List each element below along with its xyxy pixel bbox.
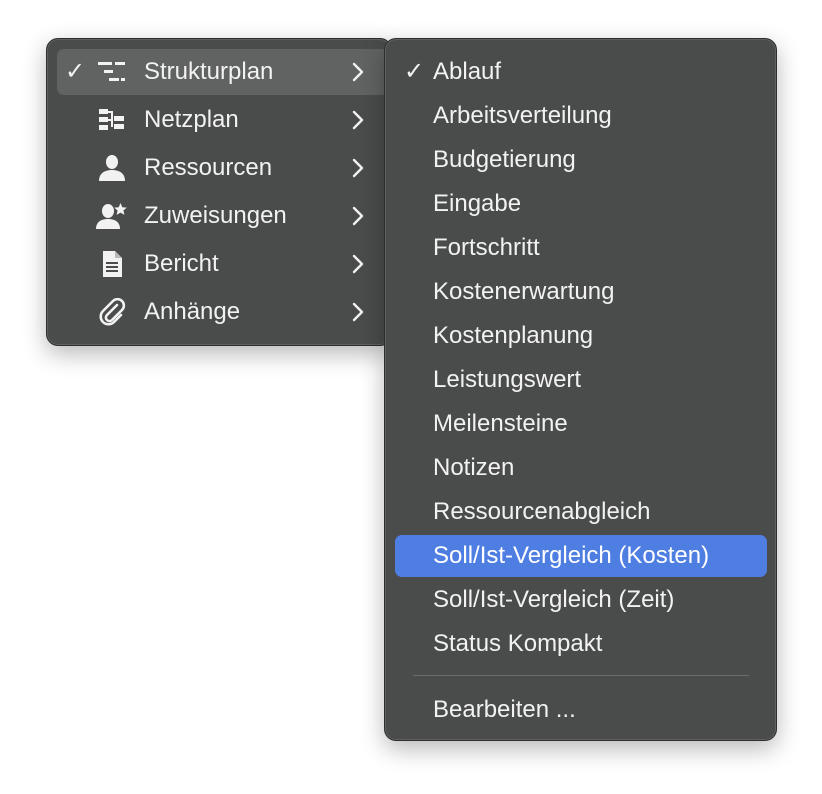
submenu-item-notizen[interactable]: Notizen: [395, 447, 767, 489]
menu-item-label: Strukturplan: [144, 58, 274, 85]
submenu-item-ressourcenabgleich[interactable]: Ressourcenabgleich: [395, 491, 767, 533]
submenu-item-label: Meilensteine: [433, 410, 568, 437]
paperclip-icon: [95, 298, 129, 326]
submenu-item-label: Fortschritt: [433, 234, 540, 261]
submenu-item-label: Kostenerwartung: [433, 278, 615, 305]
menu-item-label: Netzplan: [144, 106, 239, 133]
submenu-item-label: Kostenplanung: [433, 322, 594, 349]
menu-item-label: Bericht: [144, 250, 219, 277]
submenu-item-fortschritt[interactable]: Fortschritt: [395, 227, 767, 269]
submenu-item-label: Ressourcenabgleich: [433, 498, 651, 525]
submenu-item-leistungswert[interactable]: Leistungswert: [395, 359, 767, 401]
submenu-item-label: Notizen: [433, 454, 515, 481]
menu-separator: [413, 675, 749, 676]
chevron-right-icon: [352, 206, 364, 226]
submenu-item-kostenplanung[interactable]: Kostenplanung: [395, 315, 767, 357]
submenu-item-label: Leistungswert: [433, 366, 582, 393]
submenu-item-kostenerwartung[interactable]: Kostenerwartung: [395, 271, 767, 313]
chevron-right-icon: [352, 158, 364, 178]
chevron-right-icon: [352, 254, 364, 274]
submenu-item-label: Status Kompakt: [433, 630, 603, 657]
checkmark-icon: ✓: [65, 58, 86, 85]
checkmark-icon: ✓: [404, 58, 425, 85]
menu-item-label: Zuweisungen: [144, 202, 287, 229]
submenu-strukturplan: ✓ Ablauf Arbeitsverteilung Budgetierung …: [384, 38, 777, 741]
menu-item-anhaenge[interactable]: Anhänge: [57, 289, 383, 335]
chevron-right-icon: [352, 302, 364, 322]
menu-item-bericht[interactable]: Bericht: [57, 241, 383, 287]
menu-item-ressourcen[interactable]: Ressourcen: [57, 145, 383, 191]
submenu-item-label: Soll/Ist-Vergleich (Zeit): [433, 586, 675, 613]
menu-item-strukturplan[interactable]: ✓ Strukturplan: [57, 49, 397, 95]
menu-item-zuweisungen[interactable]: Zuweisungen: [57, 193, 383, 239]
submenu-item-arbeitsverteilung[interactable]: Arbeitsverteilung: [395, 95, 767, 137]
chevron-right-icon: [352, 62, 364, 82]
menu-item-label: Anhänge: [144, 298, 241, 325]
network-plan-icon: [95, 106, 129, 134]
submenu-item-meilensteine[interactable]: Meilensteine: [395, 403, 767, 445]
submenu-item-budgetierung[interactable]: Budgetierung: [395, 139, 767, 181]
submenu-item-eingabe[interactable]: Eingabe: [395, 183, 767, 225]
document-icon: [95, 250, 129, 278]
submenu-item-label: Bearbeiten ...: [433, 696, 576, 723]
person-icon: [95, 154, 129, 182]
submenu-item-bearbeiten[interactable]: Bearbeiten ...: [395, 689, 767, 731]
submenu-item-soll-ist-zeit[interactable]: Soll/Ist-Vergleich (Zeit): [395, 579, 767, 621]
submenu-item-label: Eingabe: [433, 190, 522, 217]
structure-plan-icon: [95, 58, 129, 86]
submenu-item-label: Budgetierung: [433, 146, 576, 173]
submenu-item-status-kompakt[interactable]: Status Kompakt: [395, 623, 767, 665]
chevron-right-icon: [352, 110, 364, 130]
submenu-item-soll-ist-kosten[interactable]: Soll/Ist-Vergleich (Kosten): [395, 535, 767, 577]
submenu-item-label: Ablauf: [433, 58, 502, 85]
person-star-icon: [95, 202, 129, 230]
submenu-item-label: Soll/Ist-Vergleich (Kosten): [433, 542, 710, 569]
menu-item-netzplan[interactable]: Netzplan: [57, 97, 383, 143]
submenu-item-label: Arbeitsverteilung: [433, 102, 612, 129]
main-menu: ✓ Strukturplan Netzplan Ressourcen Zuwei…: [46, 38, 397, 346]
menu-item-label: Ressourcen: [144, 154, 273, 181]
submenu-item-ablauf[interactable]: ✓ Ablauf: [395, 51, 767, 93]
